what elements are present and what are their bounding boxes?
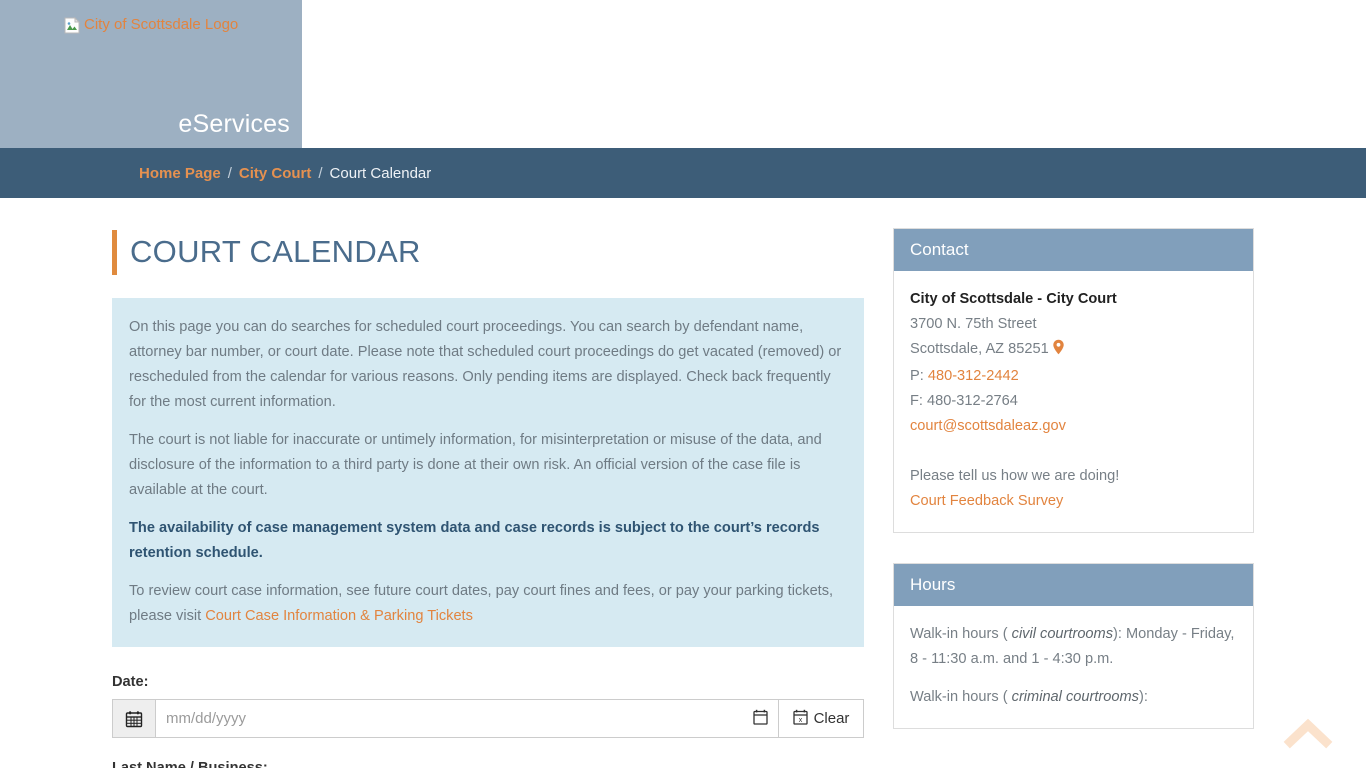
main-column: COURT CALENDAR On this page you can do s… [112,198,864,768]
site-logo-alt-text: City of Scottsdale Logo [84,16,239,33]
contact-org-name: City of Scottsdale - City Court [910,291,1117,307]
page-title: COURT CALENDAR [112,228,864,276]
sidebar: Contact City of Scottsdale - City Court … [893,198,1254,768]
lastname-field-block: Last Name / Business: [112,760,864,768]
hours-civil-line: Walk-in hours ( civil courtrooms): Monda… [910,622,1237,672]
contact-panel-header: Contact [894,229,1253,271]
contact-address-line-2: Scottsdale, AZ 85251 [910,337,1237,364]
calendar-picker-icon[interactable] [753,709,768,729]
breadcrumb-item-court-calendar: Court Calendar [329,164,432,182]
date-field-label: Date: [112,674,149,690]
breadcrumb-item-home-page[interactable]: Home Page [139,165,221,182]
site-header: City of Scottsdale Logo eServices [0,0,1366,148]
info-paragraph-4: To review court case information, see fu… [129,579,842,629]
hours-criminal-suffix: ): [1138,689,1148,705]
breadcrumb-separator: / [227,164,232,182]
contact-feedback-prompt: Please tell us how we are doing! [910,468,1120,484]
contact-address-line-1: 3700 N. 75th Street [910,316,1037,332]
lastname-field-label: Last Name / Business: [112,760,268,768]
hours-criminal-prefix: Walk-in hours ( [910,689,1012,705]
contact-panel: Contact City of Scottsdale - City Court … [893,228,1254,533]
calendar-clear-icon: x [792,709,808,729]
page-content: COURT CALENDAR On this page you can do s… [0,198,1366,768]
broken-image-icon [64,16,81,34]
calendar-icon[interactable] [112,699,155,738]
breadcrumb-separator: / [318,164,323,182]
contact-phone-link[interactable]: 480-312-2442 [928,368,1019,384]
clear-date-button-label: Clear [813,710,850,727]
title-accent-bar [112,229,117,275]
contact-spacer [910,439,1237,464]
breadcrumb-item-city-court[interactable]: City Court [239,165,312,182]
contact-panel-body: City of Scottsdale - City Court 3700 N. … [894,271,1253,532]
clear-date-button[interactable]: x Clear [778,699,864,738]
hours-panel-header: Hours [894,564,1253,606]
contact-feedback-line: Court Feedback Survey [910,489,1237,514]
hours-panel: Hours Walk-in hours ( civil courtrooms):… [893,563,1254,729]
hours-panel-body: Walk-in hours ( civil courtrooms): Monda… [894,606,1253,728]
date-input[interactable]: mm/dd/yyyy [155,699,778,738]
site-logo[interactable]: City of Scottsdale Logo [64,16,238,34]
court-case-information-link[interactable]: Court Case Information & Parking Tickets [205,608,473,624]
hours-criminal-emphasis: criminal courtrooms [1011,689,1139,705]
search-form: Date: mm/dd/yyyy x Clear Last Name / Bus… [112,674,864,768]
contact-address-city-state-zip: Scottsdale, AZ 85251 [910,341,1049,357]
page-title-text: COURT CALENDAR [130,234,421,269]
scroll-to-top-button[interactable] [1280,712,1336,754]
info-paragraph-retention-note: The availability of case management syst… [129,520,820,561]
hours-civil-prefix: Walk-in hours ( [910,626,1012,642]
hours-civil-emphasis: civil courtrooms [1011,626,1114,642]
hours-criminal-line: Walk-in hours ( criminal courtrooms): [910,685,1237,710]
info-paragraph-1: On this page you can do searches for sch… [129,319,842,410]
date-input-group: mm/dd/yyyy x Clear [112,699,864,738]
map-pin-icon[interactable] [1052,339,1065,359]
court-feedback-survey-link[interactable]: Court Feedback Survey [910,493,1063,509]
site-title: eServices [178,110,290,138]
contact-phone-prefix: P: [910,368,928,384]
info-paragraph-2: The court is not liable for inaccurate o… [129,432,822,498]
contact-email-line: court@scottsdaleaz.gov [910,414,1237,439]
contact-phone-line: P: 480-312-2442 [910,364,1237,389]
breadcrumb: Home Page / City Court / Court Calendar [0,148,1366,198]
contact-fax-line: F: 480-312-2764 [910,393,1018,409]
chevron-up-icon [1283,718,1333,749]
svg-text:x: x [798,717,802,724]
date-input-placeholder: mm/dd/yyyy [166,710,247,727]
info-box: On this page you can do searches for sch… [112,298,864,647]
contact-email-link[interactable]: court@scottsdaleaz.gov [910,418,1066,434]
